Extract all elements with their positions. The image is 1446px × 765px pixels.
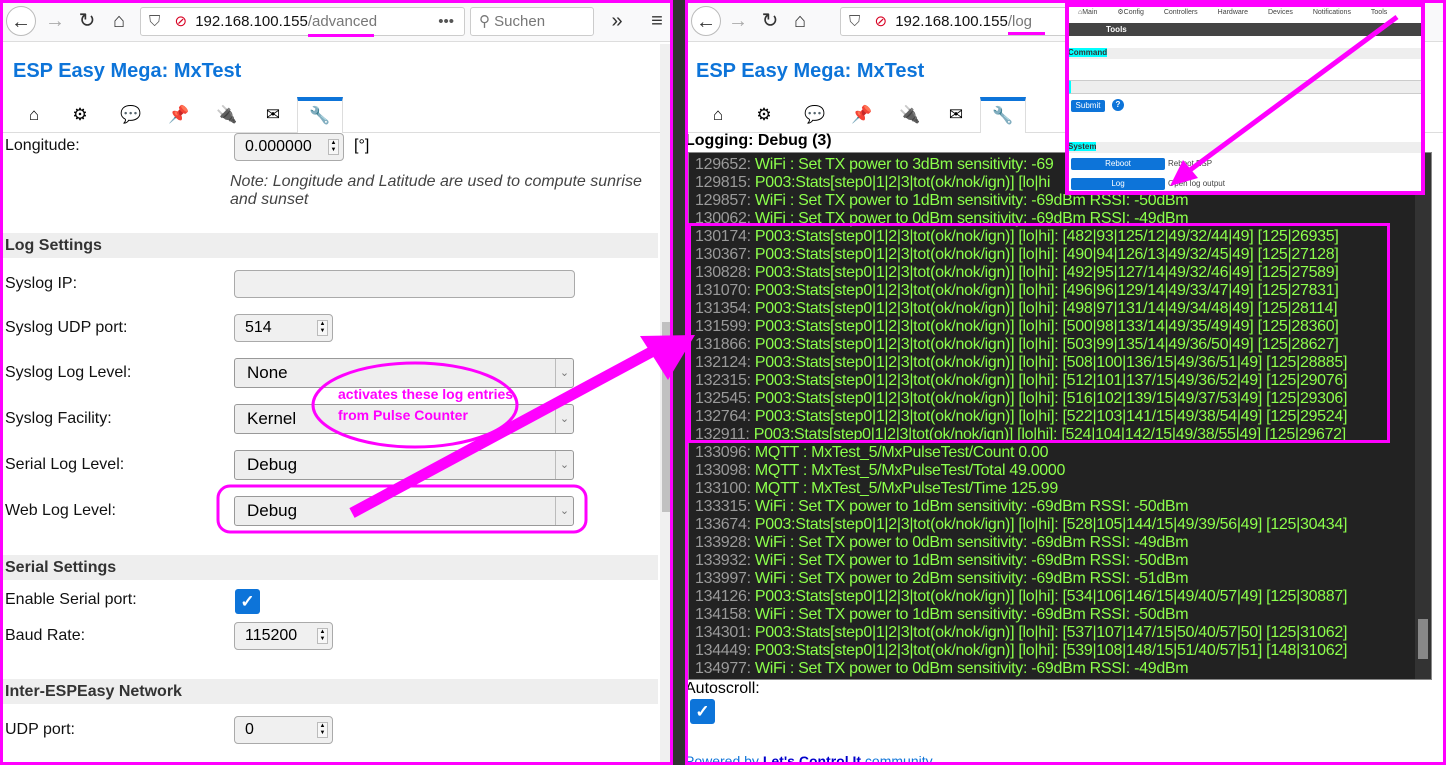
annotation-line-1: activates these log entries xyxy=(338,386,514,402)
inset-arrow-head-icon xyxy=(1170,160,1198,186)
inset-arrow-line xyxy=(1188,14,1399,173)
annotation-text: activates these log entries from Pulse Co… xyxy=(338,384,513,426)
annotation-line-2: from Pulse Counter xyxy=(338,407,468,423)
annotation-overlay xyxy=(216,14,1399,534)
arrow-line xyxy=(349,345,658,518)
web-log-level-highlight xyxy=(216,484,588,534)
